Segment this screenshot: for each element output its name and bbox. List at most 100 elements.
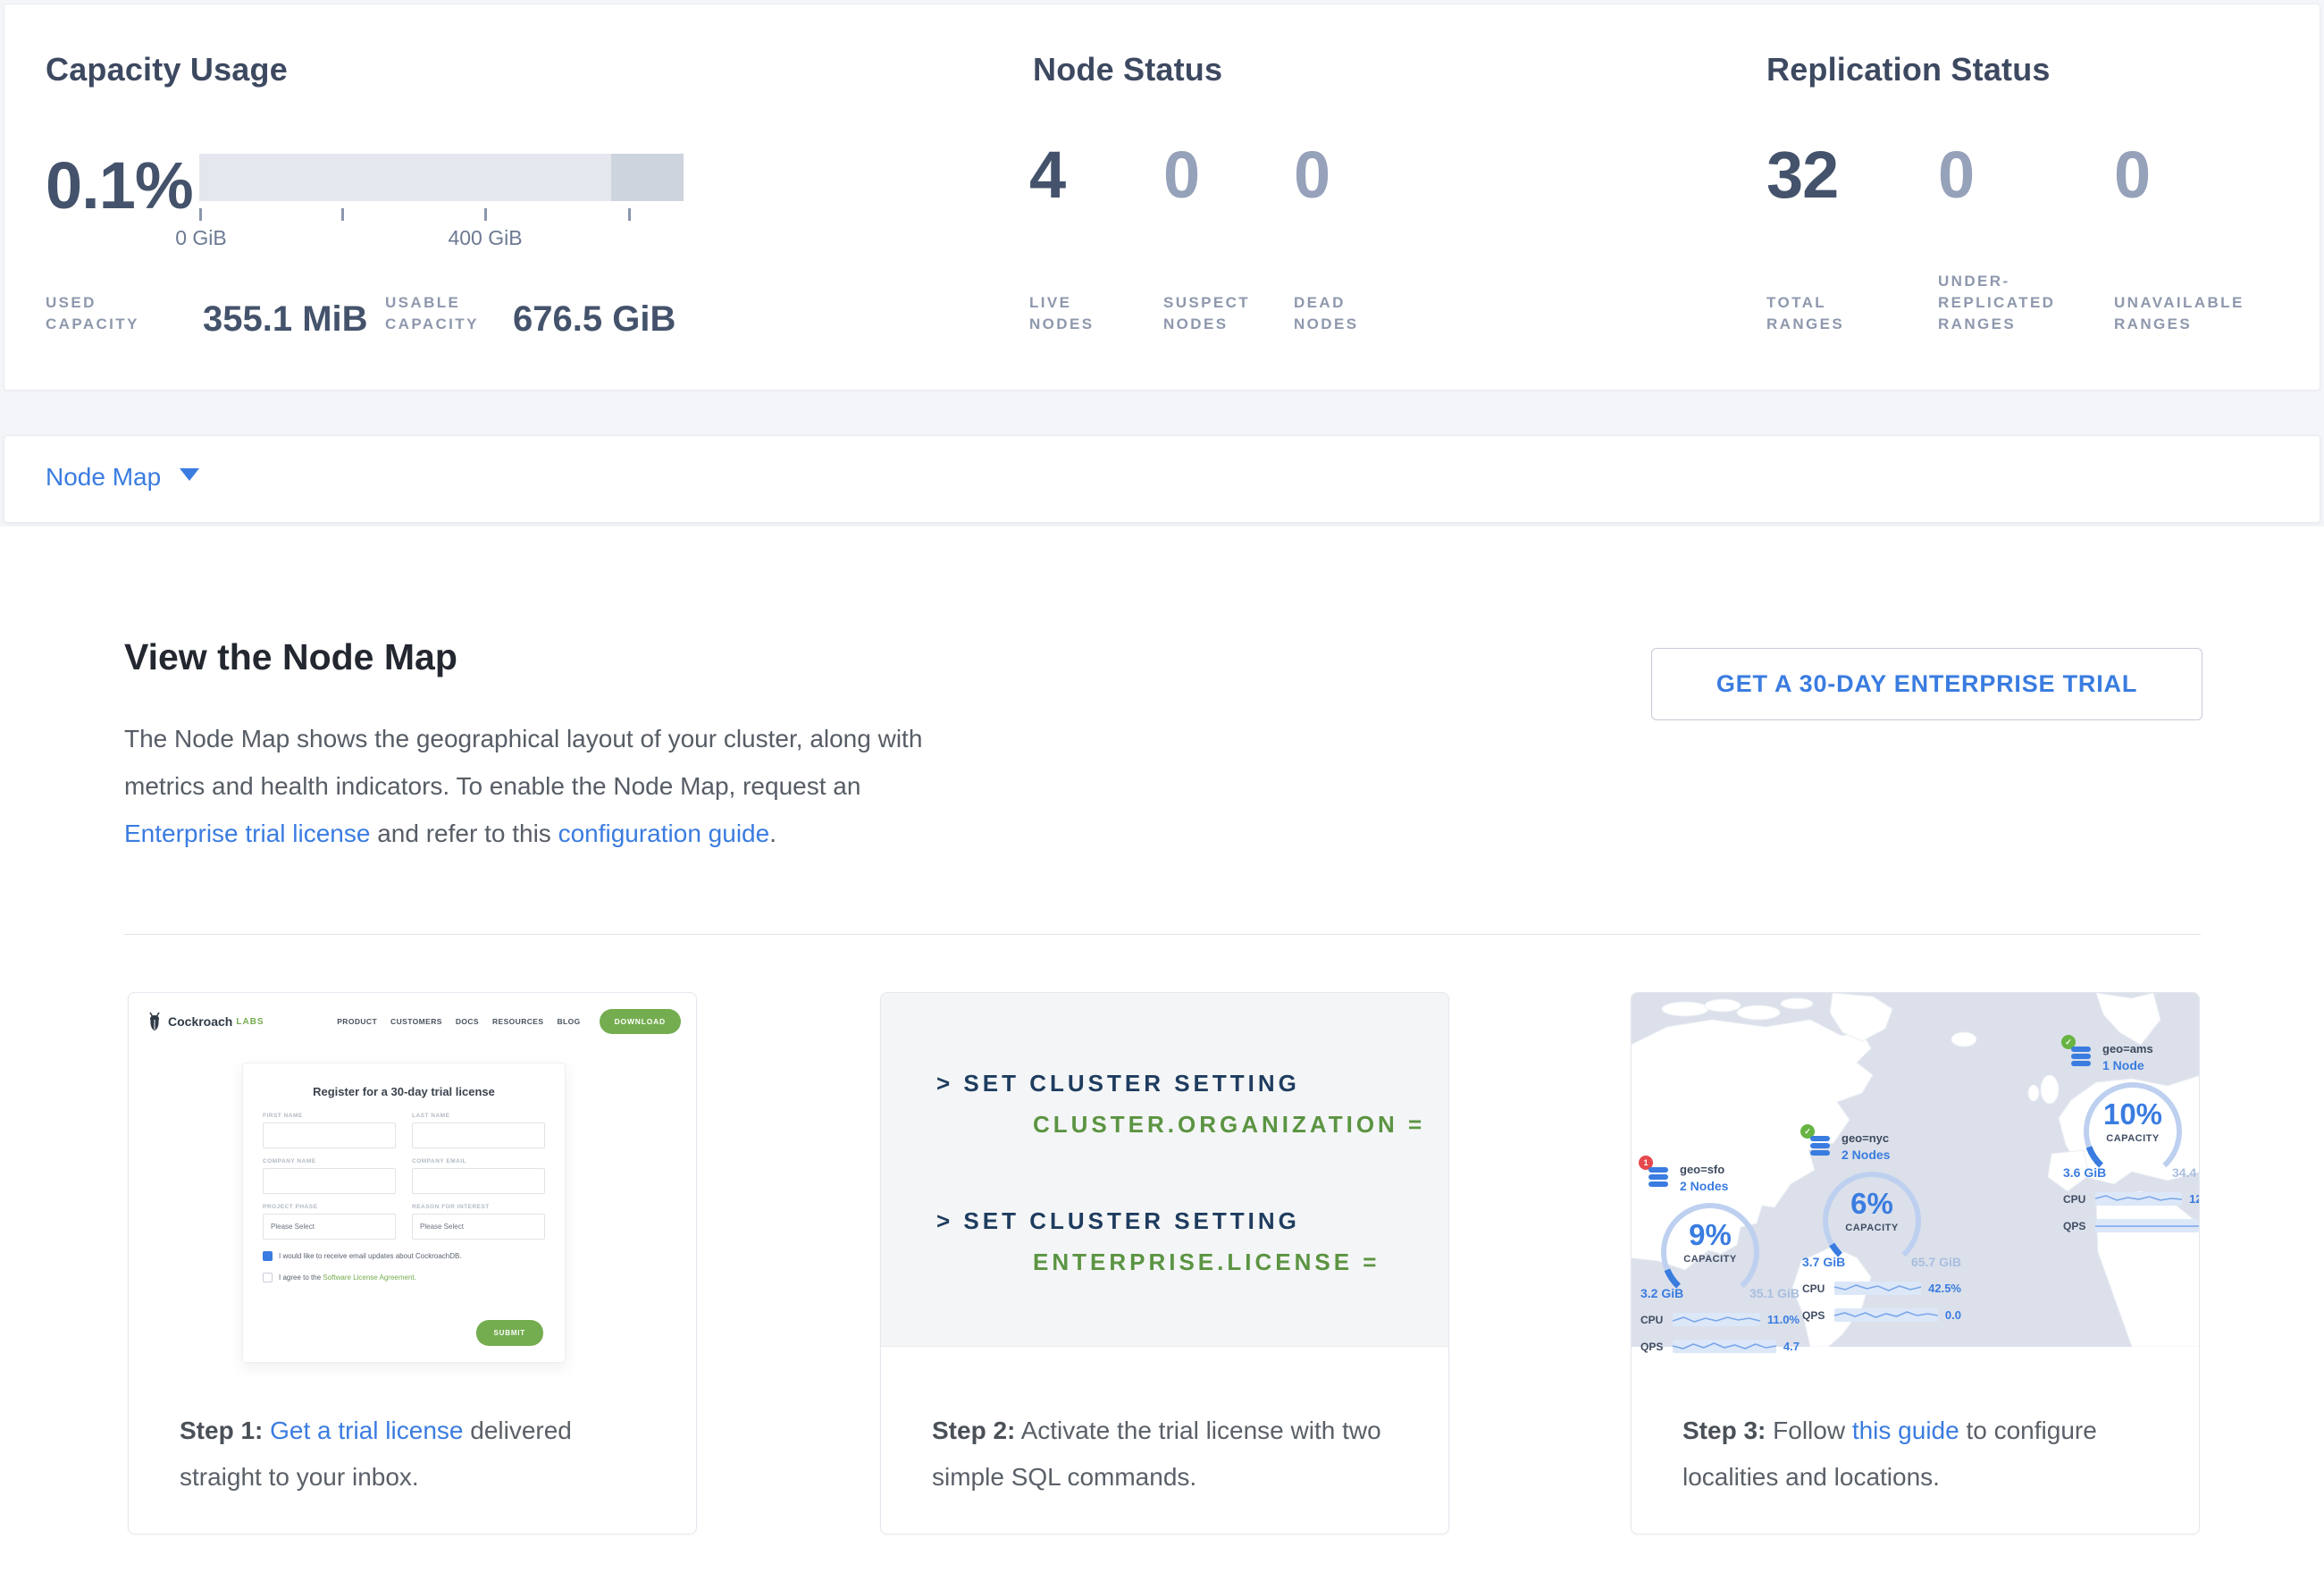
- page-title: View the Node Map: [124, 636, 457, 678]
- usable-capacity-value: 676.5 GiB: [513, 299, 675, 340]
- qps-label: QPS: [2063, 1220, 2095, 1232]
- mini-site-nav: PRODUCT CUSTOMERS DOCS RESOURCES BLOG DO…: [337, 1009, 681, 1034]
- mini-form-title: Register for a 30-day trial license: [263, 1085, 545, 1098]
- dead-nodes-value: 0: [1294, 137, 1330, 213]
- cluster-summary-panel: Capacity Usage 0.1% 0 GiB 400 GiB USED C…: [4, 4, 2320, 391]
- software-license-link: Software License Agreement.: [323, 1274, 416, 1282]
- locality-name: geo=sfo: [1680, 1163, 1724, 1176]
- mini-submit-button: SUBMIT: [476, 1320, 543, 1346]
- locality-name: geo=nyc: [1842, 1131, 1889, 1145]
- field-label: PROJECT PHASE: [263, 1204, 396, 1210]
- gauge-percent: 10%: [2083, 1097, 2183, 1131]
- used-gib: 3.2 GiB: [1640, 1286, 1683, 1300]
- brand-suffix: LABS: [236, 1017, 264, 1027]
- section-divider: [124, 934, 2201, 935]
- get-trial-license-link[interactable]: Get a trial license: [270, 1417, 463, 1444]
- gauge-caption: CAPACITY: [1660, 1254, 1760, 1265]
- gauge-percent: 9%: [1660, 1218, 1760, 1252]
- enterprise-trial-license-link[interactable]: Enterprise trial license: [124, 820, 370, 847]
- brand-name: Cockroach: [168, 1014, 232, 1029]
- step1-text-a: [263, 1417, 270, 1444]
- used-capacity-value: 355.1 MiB: [203, 299, 368, 340]
- field-label: FIRST NAME: [263, 1113, 396, 1119]
- mini-nav-resources: RESOURCES: [492, 1017, 543, 1026]
- enterprise-trial-button[interactable]: GET A 30-DAY ENTERPRISE TRIAL: [1651, 648, 2202, 720]
- total-ranges-value: 32: [1766, 137, 1838, 213]
- locality-nodes: 2 Nodes: [1842, 1148, 1890, 1162]
- mini-download-button: DOWNLOAD: [600, 1009, 681, 1034]
- gauge-caption: CAPACITY: [2083, 1133, 2183, 1144]
- used-gib: 3.7 GiB: [1802, 1255, 1845, 1269]
- total-gib: 65.7 GiB: [1911, 1255, 1961, 1269]
- live-nodes-value: 4: [1029, 137, 1065, 213]
- qps-value: 4.7: [1783, 1340, 1800, 1353]
- step1-caption: Step 1: Get a trial license delivered st…: [180, 1408, 653, 1501]
- capacity-percent: 0.1%: [46, 147, 193, 223]
- map-locality-ams: ✓ geo=ams 1 Node 10% CAPACITY 3.6 GiB34.…: [2058, 1035, 2200, 1242]
- usable-capacity-label: USABLE CAPACITY: [385, 292, 479, 335]
- checkbox-empty: [263, 1273, 273, 1282]
- unavailable-ranges-value: 0: [2114, 137, 2150, 213]
- qps-label: QPS: [1802, 1309, 1834, 1322]
- field-label: LAST NAME: [412, 1113, 545, 1119]
- locality-nodes: 2 Nodes: [1680, 1179, 1728, 1193]
- sql-command: > SET CLUSTER SETTING: [936, 1207, 1300, 1235]
- chevron-down-icon[interactable]: [180, 468, 199, 481]
- trial-license-form: Register for a 30-day trial license FIRS…: [242, 1063, 566, 1363]
- cpu-label: CPU: [1802, 1282, 1834, 1295]
- axis-tick-label: 0 GiB: [156, 226, 246, 250]
- cpu-sparkline: [1673, 1313, 1760, 1326]
- first-name-field: [263, 1122, 396, 1148]
- map-locality-nyc: ✓ geo=nyc 2 Nodes 6% CAPACITY 3.7 GiB65.…: [1797, 1124, 1967, 1332]
- node-map-dropdown[interactable]: Node Map: [4, 435, 2320, 523]
- qps-sparkline: [2095, 1219, 2199, 1232]
- step3-text-a: Follow: [1766, 1417, 1851, 1444]
- this-guide-link[interactable]: this guide: [1852, 1417, 1959, 1444]
- qps-label: QPS: [1640, 1341, 1673, 1353]
- axis-tick: [484, 208, 487, 221]
- license-agreement-label: I agree to the Software License Agreemen…: [279, 1274, 416, 1282]
- step1-card: Cockroach LABS PRODUCT CUSTOMERS DOCS RE…: [128, 992, 697, 1534]
- live-nodes-label: LIVE NODES: [1029, 292, 1094, 335]
- qps-sparkline: [1834, 1308, 1938, 1322]
- capacity-bar: [199, 154, 684, 201]
- suspect-nodes-label: SUSPECT NODES: [1163, 292, 1250, 335]
- node-stack-icon: [1646, 1164, 1671, 1190]
- sql-command: > SET CLUSTER SETTING: [936, 1070, 1300, 1097]
- company-name-field: [263, 1168, 396, 1194]
- step3-caption: Step 3: Follow this guide to configure l…: [1682, 1408, 2156, 1501]
- qps-value: 0.0: [1945, 1308, 1961, 1322]
- step3-card: 1 geo=sfo 2 Nodes 9% CAPACITY 3.2 GiB35.…: [1631, 992, 2200, 1534]
- dead-nodes-label: DEAD NODES: [1294, 292, 1358, 335]
- used-capacity-label: USED CAPACITY: [46, 292, 139, 335]
- checkbox-checked: [263, 1251, 273, 1261]
- suspect-nodes-value: 0: [1163, 137, 1199, 213]
- step3-prefix: Step 3:: [1682, 1417, 1766, 1444]
- sql-code-block: > SET CLUSTER SETTING CLUSTER.ORGANIZATI…: [881, 993, 1448, 1347]
- node-status-title: Node Status: [1033, 51, 1222, 88]
- mini-nav-docs: DOCS: [456, 1017, 479, 1026]
- under-replicated-ranges-label: UNDER- REPLICATED RANGES: [1938, 271, 2055, 335]
- total-gib: 35.1 GiB: [1749, 1286, 1800, 1300]
- cpu-value: 42.5%: [1928, 1282, 1961, 1295]
- cockroach-logo-icon: [147, 1012, 163, 1031]
- node-map-dropdown-label[interactable]: Node Map: [46, 463, 161, 492]
- gauge-caption: CAPACITY: [1822, 1223, 1922, 1233]
- cpu-label: CPU: [1640, 1314, 1673, 1326]
- step1-prefix: Step 1:: [180, 1417, 263, 1444]
- node-map-preview: 1 geo=sfo 2 Nodes 9% CAPACITY 3.2 GiB35.…: [1632, 993, 2200, 1347]
- replication-status-title: Replication Status: [1766, 51, 2051, 88]
- unavailable-ranges-label: UNAVAILABLE RANGES: [2114, 292, 2244, 335]
- configuration-guide-link[interactable]: configuration guide: [558, 820, 770, 847]
- map-locality-sfo: 1 geo=sfo 2 Nodes 9% CAPACITY 3.2 GiB35.…: [1635, 1156, 1805, 1363]
- sql-argument: CLUSTER.ORGANIZATION =: [1033, 1111, 1425, 1139]
- locality-name: geo=ams: [2102, 1042, 2153, 1055]
- axis-tick: [341, 208, 344, 221]
- qps-sparkline: [1673, 1340, 1776, 1353]
- mini-nav-blog: BLOG: [557, 1017, 580, 1026]
- capacity-bar-dark: [611, 154, 684, 201]
- cpu-value: 11.0%: [1767, 1313, 1800, 1326]
- last-name-field: [412, 1122, 545, 1148]
- axis-tick: [199, 208, 202, 221]
- cpu-label: CPU: [2063, 1193, 2095, 1206]
